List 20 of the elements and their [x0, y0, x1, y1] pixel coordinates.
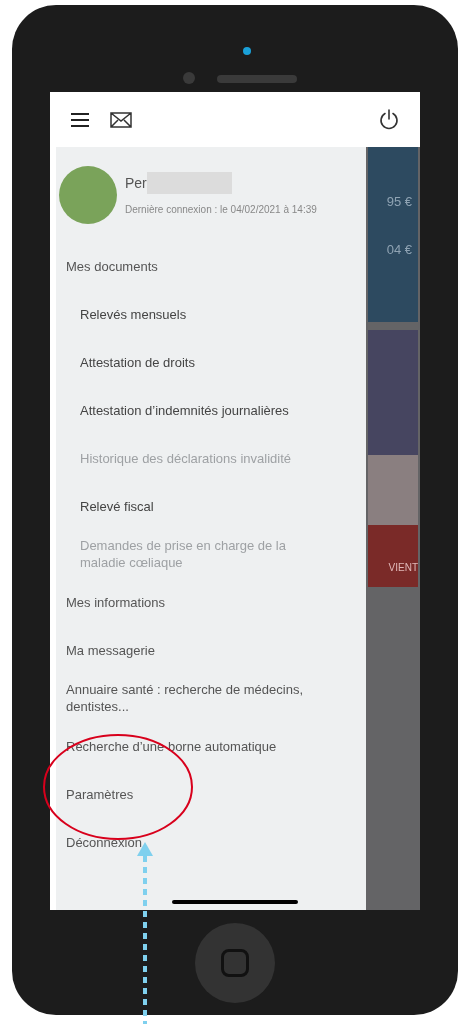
- amount-text: 95 €: [386, 193, 412, 211]
- map-placeholder: [368, 455, 418, 525]
- avatar-placeholder: [59, 165, 117, 224]
- user-name: Per: [125, 173, 147, 193]
- menu-item[interactable]: Ma messagerie: [66, 641, 185, 659]
- last-login-text: Dernière connexion : le 04/02/2021 à 14:39: [125, 203, 317, 217]
- power-icon[interactable]: [378, 108, 400, 131]
- menu-icon[interactable]: [70, 111, 90, 128]
- menu-item[interactable]: Attestation de droits: [80, 353, 265, 371]
- banner-text: VIENT: [388, 561, 418, 575]
- menu-item[interactable]: Relevé fiscal: [80, 497, 224, 515]
- menu-item[interactable]: Annuaire santé : recherche de médecins, dentistes...: [66, 681, 366, 715]
- envelope-icon[interactable]: [110, 111, 132, 128]
- menu-item[interactable]: Déconnexion: [66, 833, 172, 851]
- menu-item[interactable]: Mes informations: [66, 593, 195, 611]
- amount-text: 04 €: [386, 240, 412, 259]
- menu-item[interactable]: Paramètres: [66, 785, 164, 803]
- menu-item[interactable]: Attestation d’indemnités journalières: [80, 401, 359, 419]
- menu-item[interactable]: Relevés mensuels: [80, 305, 257, 323]
- menu-item[interactable]: Mes documents: [66, 257, 188, 275]
